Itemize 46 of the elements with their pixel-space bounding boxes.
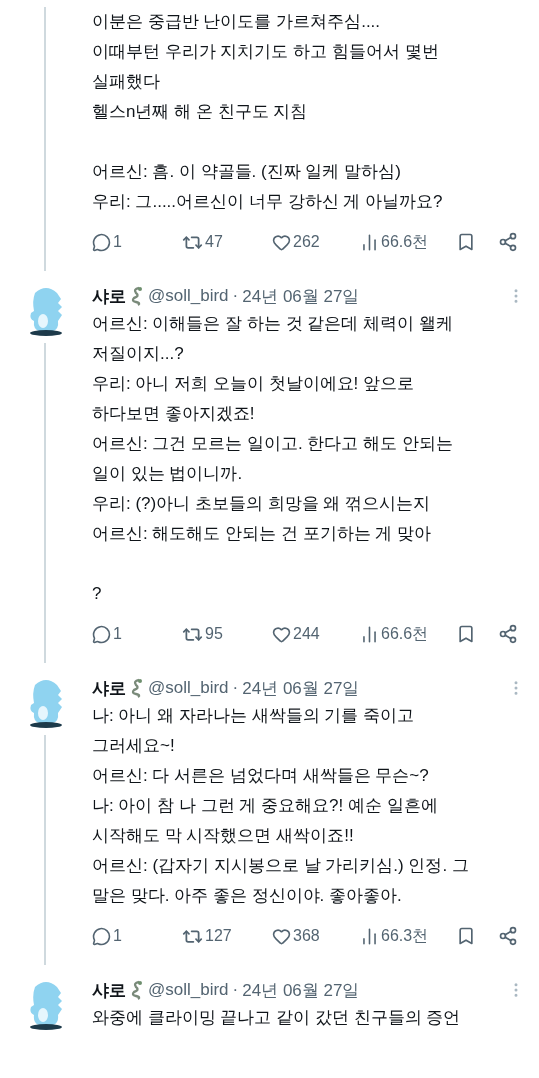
author-name[interactable]: 샤로 [92, 676, 126, 700]
author-name[interactable]: 샤로 [92, 284, 126, 308]
separator: · [232, 286, 239, 306]
repost-count: 127 [205, 927, 232, 945]
like-count: 262 [293, 233, 320, 251]
like-icon[interactable] [272, 232, 291, 252]
like-icon[interactable] [272, 624, 291, 644]
dragon-icon [130, 678, 144, 698]
post-date[interactable]: 24년 06월 27일 [242, 284, 360, 308]
post-date[interactable]: 24년 06월 27일 [242, 978, 360, 1002]
post-text: 나: 아니 왜 자라나는 새싹들의 기를 죽이고 그러세요~! 어르신: 다 서른은 넘었다며 새싹들은 무슨~? 나: 아이 참 나 그런 게 중요해요?! 예순 일흔에 시작해도 막 시작했으면 새싹이죠!! 어르신: (갑자기 지시봉으로 날 가리키심.) 인정. 그 말은 맞다. 아주 좋은 정신이야. 좋아좋아. [92, 705, 470, 907]
views-icon[interactable] [360, 232, 379, 252]
author-handle[interactable]: @soll_bird [148, 980, 229, 1000]
share-icon[interactable] [498, 926, 518, 946]
separator: · [232, 980, 239, 1000]
separator: · [232, 678, 239, 698]
dragon-icon [130, 980, 144, 1000]
like-count: 368 [293, 927, 320, 945]
views-icon[interactable] [360, 624, 379, 644]
reply-count: 1 [113, 927, 122, 945]
repost-count: 95 [205, 625, 223, 643]
bookmark-icon[interactable] [456, 232, 476, 252]
reply-icon[interactable] [92, 624, 111, 644]
reply-count: 1 [113, 625, 122, 643]
share-icon[interactable] [498, 232, 518, 252]
repost-count: 47 [205, 233, 223, 251]
reply-icon[interactable] [92, 232, 111, 252]
post-date[interactable]: 24년 06월 27일 [242, 676, 360, 700]
reply-count: 1 [113, 233, 122, 251]
author-handle[interactable]: @soll_bird [148, 678, 229, 698]
post-text: 어르신: 이해들은 잘 하는 것 같은데 체력이 왤케 저질이지...? 우리: 아니 저희 오늘이 첫날이에요! 앞으로 하다보면 좋아지겠죠! 어르신: 그건 모르는 일이고. 한다고 해도 안되는 일이 있는 법이니까. 우리: (?)아니 초보들의 희망을 왜 꺾으시는지 어르신: 해도해도 안되는 건 포기하는 게 맞아 ? [92, 313, 454, 605]
views-count: 66.6천 [381, 623, 429, 644]
dragon-icon [130, 286, 144, 306]
like-count: 244 [293, 625, 320, 643]
share-icon[interactable] [498, 624, 518, 644]
reply-icon[interactable] [92, 926, 111, 946]
views-count: 66.3천 [381, 925, 429, 946]
post-text: 와중에 클라이밍 끝나고 같이 갔던 친구들의 증언 [92, 1007, 462, 1029]
views-icon[interactable] [360, 926, 379, 946]
like-icon[interactable] [272, 926, 291, 946]
author-name[interactable]: 샤로 [92, 978, 126, 1002]
post-text: 이분은 중급반 난이도를 가르쳐주심.... 이때부턴 우리가 지치기도 하고 힘들어서 몇번 실패했다 헬스n년째 해 온 친구도 지침 어르신: 흠. 이 약골들. (진짜 일케 말하심) 우리: 그.....어르신이 너무 강하신 게 아닐까요? [92, 11, 444, 213]
views-count: 66.6천 [381, 231, 429, 252]
author-handle[interactable]: @soll_bird [148, 286, 229, 306]
bookmark-icon[interactable] [456, 926, 476, 946]
bookmark-icon[interactable] [456, 624, 476, 644]
